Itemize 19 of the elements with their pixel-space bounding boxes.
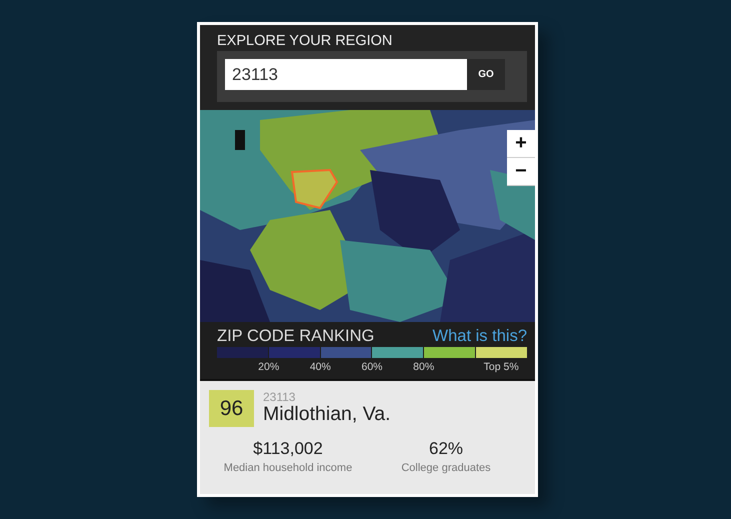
stat-value: $113,002 [253,439,323,459]
section-title: EXPLORE YOUR REGION [217,33,394,49]
legend-label: Top 5% [484,361,519,375]
zip-code: 23113 [263,391,296,403]
score-badge: 96 [209,390,254,427]
stat-value: 62% [428,439,464,459]
zip-input-field[interactable]: 23113 [225,59,467,90]
zoom-out-button[interactable]: − [507,158,535,186]
stat-label: Median household income [224,462,352,474]
legend-title: ZIP CODE RANKING [217,327,374,346]
go-button[interactable]: GO [467,59,505,90]
legend-label: 60% [362,361,382,375]
legend-label: 80% [413,361,434,375]
help-link[interactable]: What is this? [432,327,527,346]
zoom-in-button[interactable]: + [507,130,535,158]
stat-label: College graduates [401,462,491,474]
place-name: Midlothian, Va. [263,403,391,426]
legend-label: 40% [310,361,331,375]
legend-label: 20% [258,361,280,375]
